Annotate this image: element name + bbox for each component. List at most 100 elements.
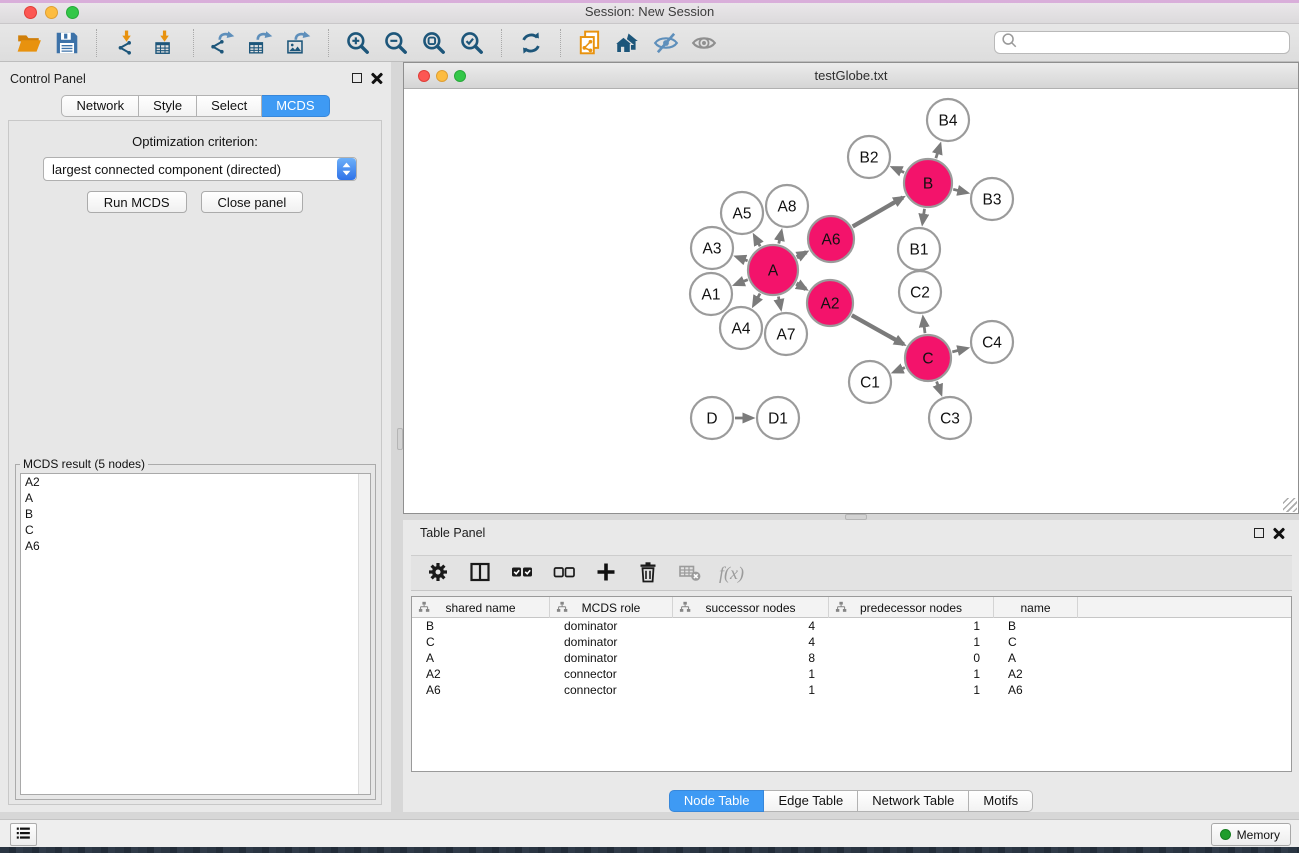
column-header-MCDS-role[interactable]: MCDS role [550,597,673,618]
graph-edge-C-C1[interactable] [894,368,905,373]
zoom-in-button[interactable] [341,28,375,58]
mcds-result-item[interactable]: A6 [21,538,370,554]
table-row[interactable]: Bdominator41B [412,618,1291,634]
graph-edge-A-A1[interactable] [735,280,748,285]
network-canvas[interactable]: A1A3A5A8A4A7B1B2B3B4C1C2C3C4DD1AA6A2BC [404,89,1298,513]
import-table-button[interactable] [147,28,181,58]
graph-node-label-D: D [706,411,717,428]
table-row[interactable]: Cdominator41C [412,634,1291,650]
memory-button[interactable]: Memory [1211,823,1291,846]
memory-status-dot [1220,829,1231,840]
graph-edge-A2-C[interactable] [852,315,904,344]
zoom-selected-button[interactable] [455,28,489,58]
table-cell: A [994,650,1078,666]
graph-edge-B-B1[interactable] [923,209,925,223]
add-column-button[interactable] [589,558,623,588]
unselect-all-columns-button[interactable] [547,558,581,588]
open-session-button[interactable] [12,28,46,58]
network-window-title: testGlobe.txt [404,68,1298,83]
mcds-result-item[interactable]: C [21,522,370,538]
column-header-name[interactable]: name [994,597,1078,618]
graph-edge-A-A2[interactable] [796,284,805,290]
close-panel-icon[interactable] [371,72,383,84]
table-cell: 1 [829,634,994,650]
search-box[interactable] [994,31,1290,54]
tab-motifs[interactable]: Motifs [969,790,1033,812]
mcds-result-item[interactable]: A [21,490,370,506]
graph-edge-C-C2[interactable] [923,318,925,333]
mcds-result-item[interactable]: A2 [21,474,370,490]
table-row[interactable]: Adominator80A [412,650,1291,666]
zoom-fit-button[interactable] [417,28,451,58]
graph-edge-B-B4[interactable] [936,145,940,158]
tab-edge-table[interactable]: Edge Table [764,790,858,812]
graph-edge-C-C3[interactable] [937,382,941,394]
export-image-button[interactable] [282,28,316,58]
hide-details-icon [653,30,679,56]
network-window-titlebar[interactable]: testGlobe.txt [404,63,1298,89]
homes-button[interactable] [611,28,645,58]
graph-edge-A-A4[interactable] [754,294,760,306]
select-all-columns-button[interactable] [505,558,539,588]
tab-node-table[interactable]: Node Table [669,790,765,812]
mcds-result-item[interactable]: B [21,506,370,522]
graph-edge-C-C4[interactable] [952,348,967,352]
graph-edge-A-A8[interactable] [779,231,782,243]
resize-grip[interactable] [1283,498,1297,512]
app-title: Session: New Session [0,4,1299,19]
graph-edge-A6-B[interactable] [853,198,903,227]
result-list-scrollbar[interactable] [358,474,370,794]
save-session-icon [54,30,80,56]
hierarchy-icon [835,601,847,616]
float-table-panel-icon[interactable] [1254,528,1264,538]
export-table-button[interactable] [244,28,278,58]
mcds-result-list[interactable]: A2ABCA6 [20,473,371,795]
table-cell: A2 [412,666,550,682]
optimization-criterion-select[interactable]: largest connected component (directed) [43,157,357,181]
tab-mcds[interactable]: MCDS [262,95,329,117]
graph-node-label-C4: C4 [982,335,1002,352]
refresh-icon [518,30,544,56]
zoom-out-button[interactable] [379,28,413,58]
hide-details-button[interactable] [649,28,683,58]
table-cell: connector [550,682,673,698]
graph-edge-A-A3[interactable] [737,257,748,261]
close-panel-button[interactable]: Close panel [201,191,304,213]
table-cell: 8 [673,650,829,666]
table-cell: dominator [550,634,673,650]
column-header-predecessor-nodes[interactable]: predecessor nodes [829,597,994,618]
graph-edge-A-A5[interactable] [754,236,760,247]
show-details-button[interactable] [687,28,721,58]
run-mcds-button[interactable]: Run MCDS [87,191,187,213]
node-table: shared nameMCDS rolesuccessor nodesprede… [411,596,1292,772]
close-table-panel-icon[interactable] [1273,527,1285,539]
delete-table-button[interactable] [673,558,707,588]
split-panel-button[interactable] [463,558,497,588]
graph-edge-B-B2[interactable] [893,168,904,173]
import-network-button[interactable] [109,28,143,58]
save-session-button[interactable] [50,28,84,58]
refresh-button[interactable] [514,28,548,58]
duplicate-network-button[interactable] [573,28,607,58]
column-header-successor-nodes[interactable]: successor nodes [673,597,829,618]
table-row[interactable]: A2connector11A2 [412,666,1291,682]
export-network-button[interactable] [206,28,240,58]
graph-edge-B-B3[interactable] [953,189,967,192]
column-header-shared-name[interactable]: shared name [412,597,550,618]
graph-edge-A-A6[interactable] [797,252,807,257]
graph-node-label-B: B [923,176,933,193]
delete-columns-button[interactable] [631,558,665,588]
tab-style[interactable]: Style [139,95,197,117]
search-input[interactable] [1018,34,1289,52]
apply-function-button[interactable]: f(x) [715,563,748,584]
table-settings-button[interactable] [421,558,455,588]
table-row[interactable]: A6connector11A6 [412,682,1291,698]
graph-edge-A-A7[interactable] [778,297,780,309]
network-graph[interactable]: A1A3A5A8A4A7B1B2B3B4C1C2C3C4DD1AA6A2BC [404,89,1298,513]
tab-network[interactable]: Network [61,95,139,117]
tab-network-table[interactable]: Network Table [858,790,969,812]
tab-select[interactable]: Select [197,95,262,117]
float-panel-icon[interactable] [352,73,362,83]
split-panel-icon [468,560,492,587]
task-history-button[interactable] [10,823,37,846]
